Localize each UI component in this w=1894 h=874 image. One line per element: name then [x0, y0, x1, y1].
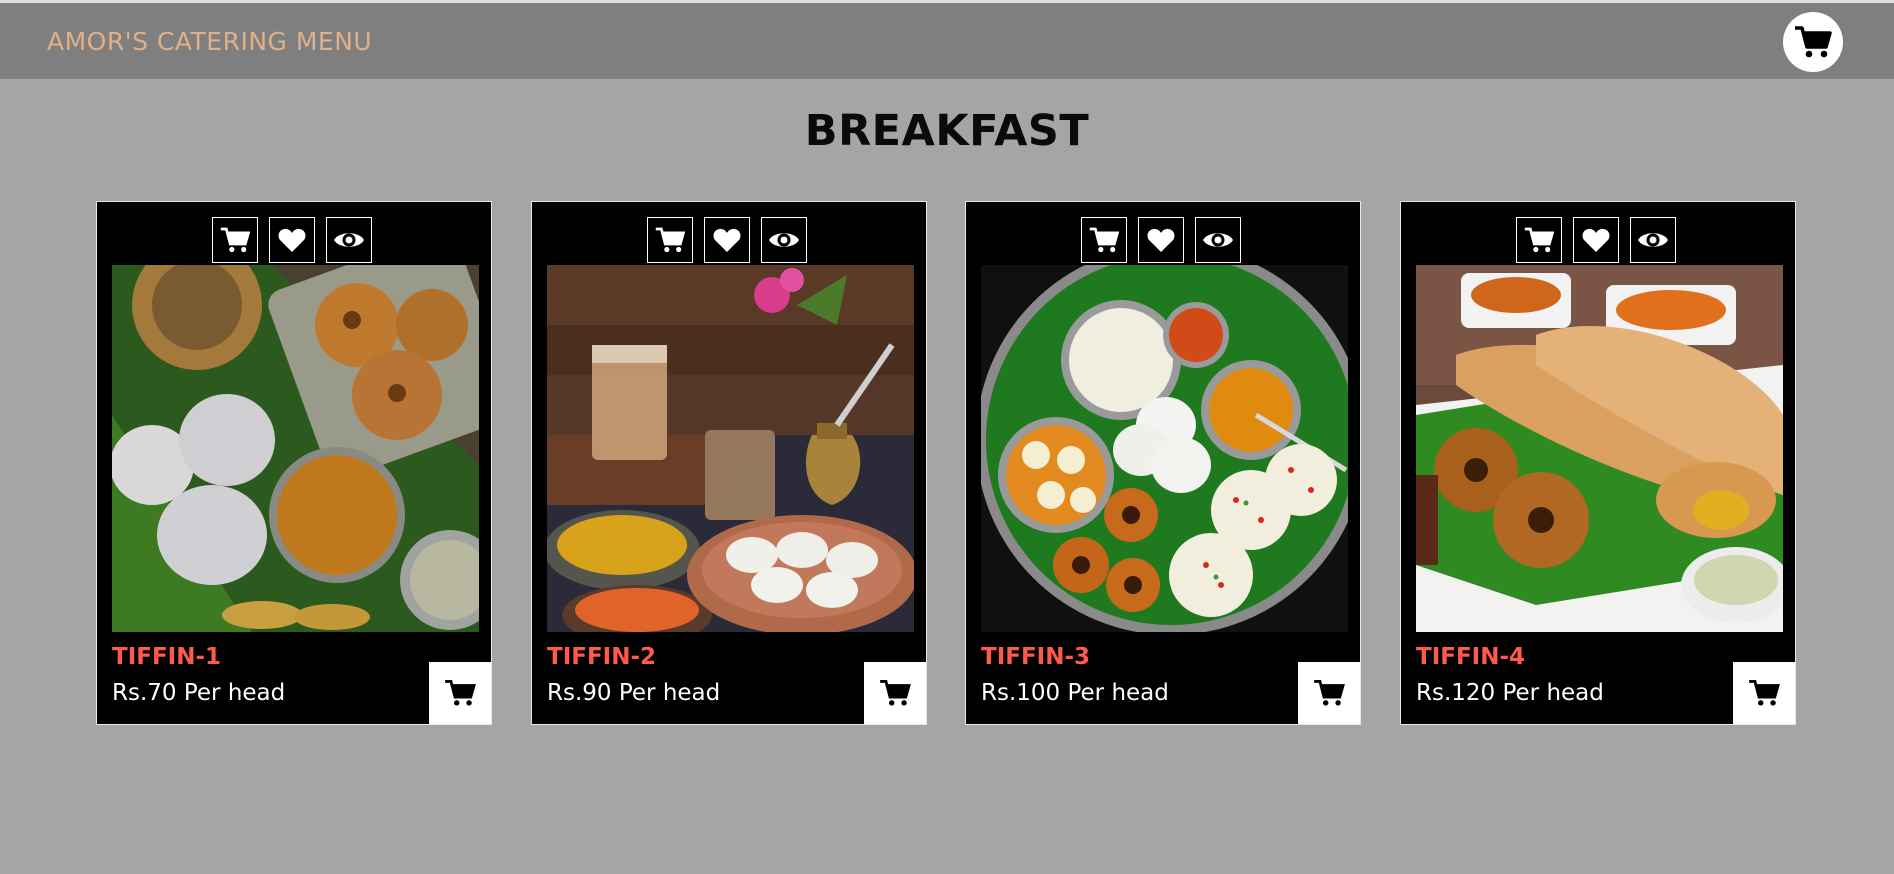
- favorite-action[interactable]: [704, 217, 750, 263]
- view-action[interactable]: [326, 217, 372, 263]
- view-action[interactable]: [1195, 217, 1241, 263]
- add-to-cart-action[interactable]: [212, 217, 258, 263]
- add-to-cart-action[interactable]: [647, 217, 693, 263]
- add-to-cart-button[interactable]: [429, 662, 491, 724]
- add-to-cart-action[interactable]: [1081, 217, 1127, 263]
- card-actions: [647, 217, 813, 265]
- item-price: Rs.100 Per head: [981, 680, 1169, 706]
- heart-icon: [713, 228, 741, 252]
- item-price: Rs.120 Per head: [1416, 680, 1604, 706]
- top-navbar: AMOR'S CATERING MENU: [0, 3, 1894, 79]
- item-price: Rs.70 Per head: [112, 680, 286, 706]
- cart-icon: [445, 680, 476, 706]
- menu-card: TIFFIN-1 Rs.70 Per head: [96, 201, 492, 725]
- eye-icon: [334, 233, 364, 247]
- eye-icon: [769, 233, 799, 247]
- card-actions: [212, 217, 378, 265]
- favorite-action[interactable]: [1573, 217, 1619, 263]
- cart-icon: [220, 227, 250, 253]
- food-photo: [547, 265, 914, 632]
- food-photo: [1416, 265, 1783, 632]
- eye-icon: [1638, 233, 1668, 247]
- menu-card: TIFFIN-2 Rs.90 Per head: [531, 201, 927, 725]
- item-name: TIFFIN-4: [1416, 644, 1526, 670]
- add-to-cart-button[interactable]: [1733, 662, 1795, 724]
- food-photo: [112, 265, 479, 632]
- cart-icon: [880, 680, 911, 706]
- cart-icon: [1795, 26, 1832, 58]
- item-name: TIFFIN-3: [981, 644, 1091, 670]
- menu-card: TIFFIN-4 Rs.120 Per head: [1400, 201, 1796, 725]
- cart-icon: [1314, 680, 1345, 706]
- page-title: BREAKFAST: [804, 106, 1090, 156]
- card-actions: [1516, 217, 1682, 265]
- cart-icon: [1524, 227, 1554, 253]
- heart-icon: [1582, 228, 1610, 252]
- brand-title: AMOR'S CATERING MENU: [47, 27, 373, 56]
- cart-icon: [1089, 227, 1119, 253]
- heart-icon: [278, 228, 306, 252]
- item-name: TIFFIN-1: [112, 644, 222, 670]
- add-to-cart-action[interactable]: [1516, 217, 1562, 263]
- favorite-action[interactable]: [269, 217, 315, 263]
- cart-icon: [655, 227, 685, 253]
- heart-icon: [1147, 228, 1175, 252]
- view-action[interactable]: [1630, 217, 1676, 263]
- card-actions: [1081, 217, 1247, 265]
- item-name: TIFFIN-2: [547, 644, 657, 670]
- food-photo: [981, 265, 1348, 632]
- view-action[interactable]: [761, 217, 807, 263]
- add-to-cart-button[interactable]: [1298, 662, 1360, 724]
- favorite-action[interactable]: [1138, 217, 1184, 263]
- item-price: Rs.90 Per head: [547, 680, 721, 706]
- eye-icon: [1203, 233, 1233, 247]
- menu-card: TIFFIN-3 Rs.100 Per head: [965, 201, 1361, 725]
- header-cart-button[interactable]: [1783, 12, 1843, 72]
- cart-icon: [1749, 680, 1780, 706]
- add-to-cart-button[interactable]: [864, 662, 926, 724]
